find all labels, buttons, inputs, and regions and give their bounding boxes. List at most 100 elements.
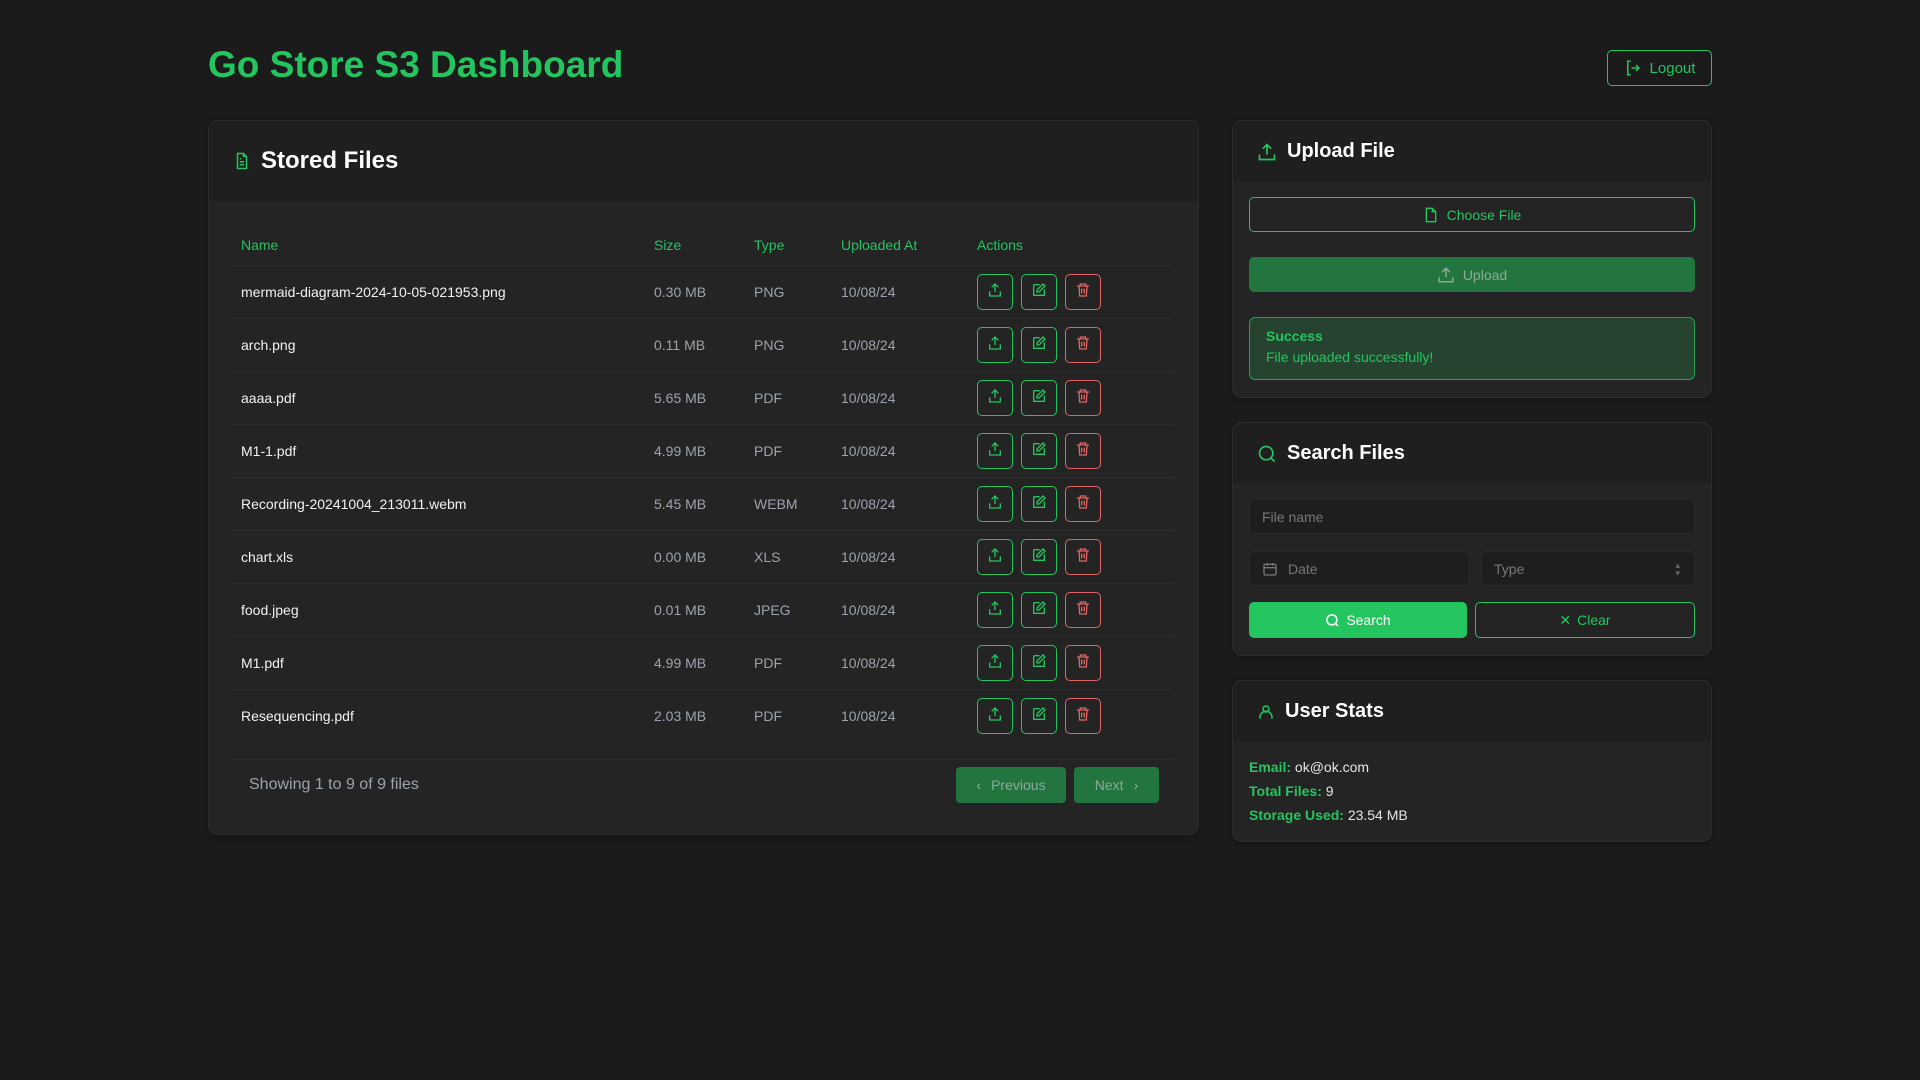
share-icon <box>987 706 1003 727</box>
share-button[interactable] <box>977 274 1013 310</box>
share-button[interactable] <box>977 645 1013 681</box>
type-select[interactable]: Type ▴ ▾ <box>1481 551 1695 586</box>
trash-icon <box>1075 653 1091 674</box>
share-button[interactable] <box>977 698 1013 734</box>
choose-file-button[interactable]: Choose File <box>1249 197 1695 232</box>
trash-icon <box>1075 388 1091 409</box>
file-type: PNG <box>754 337 785 353</box>
search-button[interactable]: Search <box>1249 602 1467 638</box>
stored-files-header: Stored Files <box>209 121 1198 201</box>
file-size: 0.01 MB <box>654 602 707 618</box>
file-uploaded: 10/08/24 <box>841 496 896 512</box>
file-uploaded: 10/08/24 <box>841 337 896 353</box>
upload-label: Upload <box>1462 266 1508 283</box>
user-icon <box>1259 704 1273 719</box>
file-icon <box>1425 207 1436 222</box>
clear-button[interactable]: ✕ Clear <box>1475 602 1695 638</box>
share-button[interactable] <box>977 327 1013 363</box>
edit-button[interactable] <box>1021 433 1057 469</box>
chevron-updown-icon: ▴ ▾ <box>1675 559 1680 578</box>
file-uploaded: 10/08/24 <box>841 390 896 406</box>
file-type: PDF <box>754 655 782 671</box>
delete-button[interactable] <box>1065 698 1101 734</box>
table-row: Recording-20241004_213011.webm 5.45 MB W… <box>232 477 1174 530</box>
file-size: 5.45 MB <box>654 496 707 512</box>
upload-icon <box>1438 266 1454 282</box>
file-type: PDF <box>754 443 782 459</box>
date-placeholder: Date <box>1288 560 1318 577</box>
share-button[interactable] <box>977 592 1013 628</box>
next-label: Next <box>1094 777 1124 793</box>
alert-message: File uploaded successfully! <box>1266 349 1434 365</box>
search-icon <box>1258 445 1276 462</box>
date-input[interactable]: Date <box>1249 551 1470 586</box>
edit-icon <box>1031 706 1047 727</box>
file-size: 2.03 MB <box>654 708 707 724</box>
share-icon <box>987 441 1003 462</box>
share-icon <box>987 335 1003 356</box>
file-type: WEBM <box>754 496 798 512</box>
page-title: Go Store S3 Dashboard <box>208 44 624 85</box>
delete-button[interactable] <box>1065 433 1101 469</box>
edit-icon <box>1031 600 1047 621</box>
table-footer-divider <box>232 759 1174 760</box>
trash-icon <box>1075 547 1091 568</box>
edit-button[interactable] <box>1021 539 1057 575</box>
edit-icon <box>1031 441 1047 462</box>
share-button[interactable] <box>977 433 1013 469</box>
edit-button[interactable] <box>1021 327 1057 363</box>
share-button[interactable] <box>977 539 1013 575</box>
logout-icon <box>1626 60 1640 76</box>
user-stats-title: User Stats <box>1285 700 1384 722</box>
choose-file-label: Choose File <box>1446 206 1522 223</box>
delete-button[interactable] <box>1065 486 1101 522</box>
file-uploaded: 10/08/24 <box>841 602 896 618</box>
delete-button[interactable] <box>1065 645 1101 681</box>
share-button[interactable] <box>977 486 1013 522</box>
file-size: 0.11 MB <box>654 337 706 353</box>
delete-button[interactable] <box>1065 327 1101 363</box>
edit-button[interactable] <box>1021 274 1057 310</box>
total-files-label: Total Files: <box>1249 783 1322 799</box>
chevron-right-icon: › <box>1133 777 1139 793</box>
file-size: 5.65 MB <box>654 390 707 406</box>
type-placeholder: Type <box>1494 560 1525 577</box>
file-name: arch.png <box>241 337 296 353</box>
upload-icon <box>1258 142 1276 160</box>
next-button[interactable]: Next › <box>1074 767 1159 803</box>
total-files-value: 9 <box>1325 783 1334 799</box>
share-button[interactable] <box>977 380 1013 416</box>
table-row: aaaa.pdf 5.65 MB PDF 10/08/24 <box>232 371 1174 424</box>
stat-total-files: Total Files: 9 <box>1249 783 1334 799</box>
delete-button[interactable] <box>1065 539 1101 575</box>
file-type: PDF <box>754 390 782 406</box>
stored-files-title: Stored Files <box>261 147 399 174</box>
delete-button[interactable] <box>1065 380 1101 416</box>
edit-button[interactable] <box>1021 698 1057 734</box>
table-row: food.jpeg 0.01 MB JPEG 10/08/24 <box>232 583 1174 636</box>
delete-button[interactable] <box>1065 592 1101 628</box>
upload-title: Upload File <box>1287 140 1395 162</box>
user-stats-header: User Stats <box>1233 681 1711 742</box>
upload-button[interactable]: Upload <box>1249 257 1695 292</box>
edit-button[interactable] <box>1021 645 1057 681</box>
edit-button[interactable] <box>1021 380 1057 416</box>
file-size: 4.99 MB <box>654 443 707 459</box>
stat-email: Email: ok@ok.com <box>1249 759 1369 775</box>
edit-button[interactable] <box>1021 592 1057 628</box>
edit-button[interactable] <box>1021 486 1057 522</box>
trash-icon <box>1075 706 1091 727</box>
file-text-icon <box>236 152 248 170</box>
col-uploaded: Uploaded At <box>841 237 918 253</box>
file-size: 4.99 MB <box>654 655 707 671</box>
search-label: Search <box>1346 612 1391 628</box>
previous-button[interactable]: ‹ Previous <box>956 767 1066 803</box>
delete-button[interactable] <box>1065 274 1101 310</box>
calendar-icon <box>1263 562 1277 576</box>
table-row: chart.xls 0.00 MB XLS 10/08/24 <box>232 530 1174 583</box>
trash-icon <box>1075 494 1091 515</box>
logout-button[interactable]: Logout <box>1607 50 1712 86</box>
file-name-input[interactable]: File name <box>1249 499 1695 534</box>
file-name: chart.xls <box>241 549 294 565</box>
trash-icon <box>1075 441 1091 462</box>
